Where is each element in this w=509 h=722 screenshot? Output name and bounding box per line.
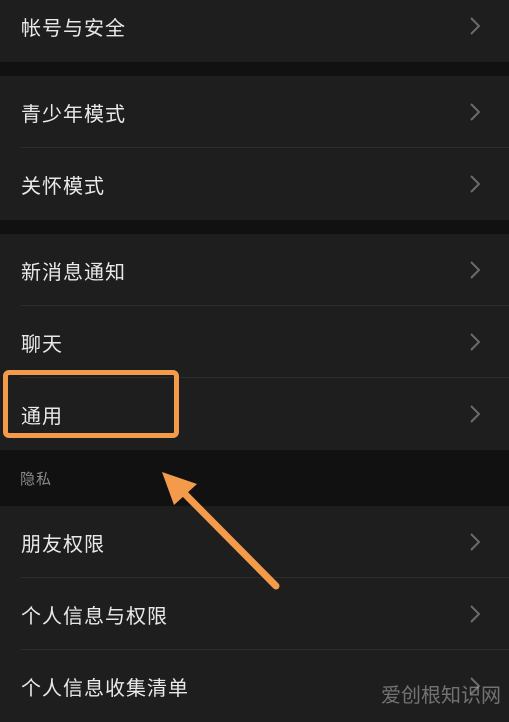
chevron-right-icon <box>463 330 487 354</box>
settings-group-modes: 青少年模式 关怀模式 <box>0 76 509 220</box>
settings-item-label: 朋友权限 <box>21 531 105 556</box>
settings-item-care-mode[interactable]: 关怀模式 <box>0 148 509 220</box>
chevron-right-icon <box>463 530 487 554</box>
group-divider <box>0 62 509 76</box>
chevron-right-icon <box>463 402 487 426</box>
settings-item-chat[interactable]: 聊天 <box>0 306 509 378</box>
settings-item-notifications[interactable]: 新消息通知 <box>0 234 509 306</box>
chevron-right-icon <box>463 14 487 38</box>
chevron-right-icon <box>463 258 487 282</box>
settings-item-account-security[interactable]: 帐号与安全 <box>0 0 509 62</box>
settings-group-general: 新消息通知 聊天 通用 <box>0 234 509 450</box>
settings-item-general[interactable]: 通用 <box>0 378 509 450</box>
settings-item-label: 通用 <box>21 403 63 428</box>
settings-item-label: 关怀模式 <box>21 173 105 198</box>
settings-item-label: 聊天 <box>21 331 63 356</box>
settings-item-friend-permissions[interactable]: 朋友权限 <box>0 506 509 578</box>
settings-item-teen-mode[interactable]: 青少年模式 <box>0 76 509 148</box>
settings-item-label: 青少年模式 <box>21 101 126 126</box>
group-divider <box>0 220 509 234</box>
settings-item-label: 帐号与安全 <box>21 15 126 40</box>
settings-group-account: 帐号与安全 <box>0 0 509 62</box>
settings-item-personal-info-permissions[interactable]: 个人信息与权限 <box>0 578 509 650</box>
settings-item-label: 新消息通知 <box>21 259 126 284</box>
watermark: 爱创根知识网 <box>381 683 501 707</box>
section-header-privacy: 隐私 <box>0 450 509 506</box>
chevron-right-icon <box>463 100 487 124</box>
chevron-right-icon <box>463 602 487 626</box>
settings-item-label: 个人信息与权限 <box>21 603 168 628</box>
chevron-right-icon <box>463 172 487 196</box>
